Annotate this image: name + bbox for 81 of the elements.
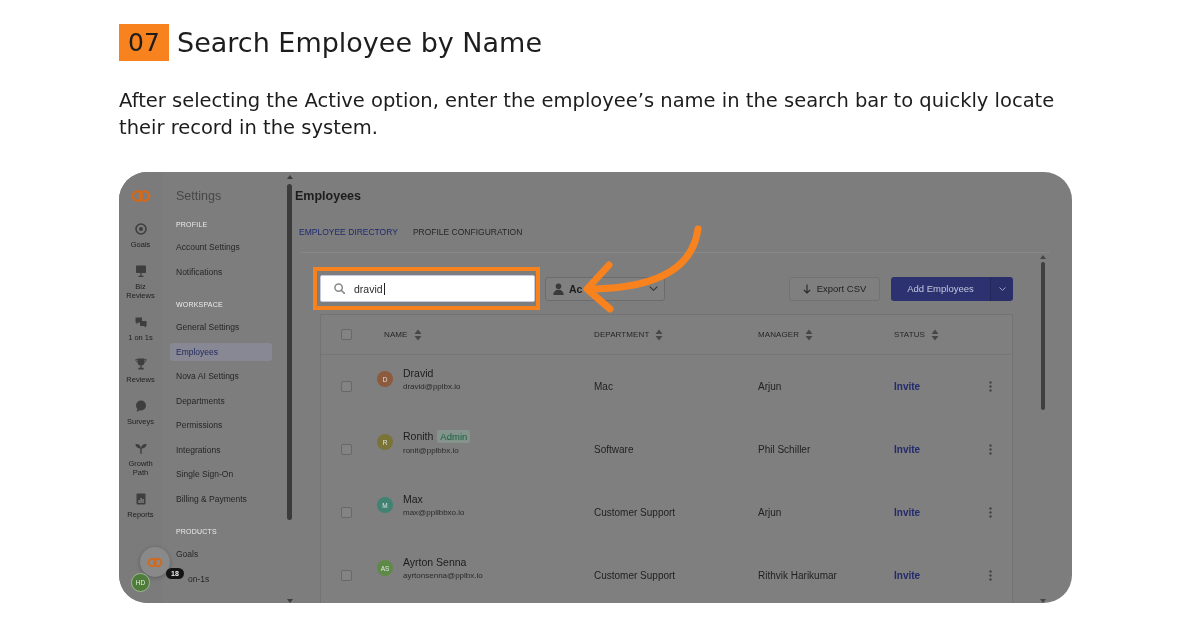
- employee-name: Max: [403, 493, 423, 505]
- employee-name: Ayrton Senna: [403, 556, 467, 568]
- department-cell: Mac: [594, 381, 613, 392]
- department-cell: Customer Support: [594, 570, 676, 581]
- settings-menu-item[interactable]: Single Sign-On: [170, 465, 272, 484]
- search-value: dravid: [354, 282, 383, 295]
- sort-icon[interactable]: [413, 328, 422, 341]
- sort-icon[interactable]: [805, 328, 814, 341]
- target-icon: [134, 223, 147, 235]
- scroll-up-icon[interactable]: [286, 175, 293, 179]
- logo-icon: [147, 556, 163, 568]
- settings-menu-item[interactable]: Goals: [170, 545, 272, 564]
- settings-menu-item[interactable]: Departments: [170, 391, 272, 410]
- manager-cell: Phil Schiller: [758, 444, 811, 455]
- scroll-up-icon[interactable]: [1040, 255, 1046, 259]
- tab[interactable]: EMPLOYEE DIRECTORY: [299, 226, 398, 238]
- settings-menu-item[interactable]: on-1s: [186, 569, 272, 588]
- page-title: Employees: [294, 188, 362, 204]
- column-header[interactable]: MANAGER: [758, 330, 800, 339]
- manager-cell: Rithvik Harikumar: [758, 570, 837, 581]
- step-number-badge: 07: [119, 24, 169, 61]
- scroll-down-icon[interactable]: [1040, 599, 1046, 603]
- row-checkbox[interactable]: [341, 444, 352, 455]
- settings-menu-item[interactable]: Account Settings: [170, 238, 272, 257]
- presentation-icon: [134, 265, 147, 277]
- sort-icon[interactable]: [931, 328, 939, 341]
- more-options-icon[interactable]: [989, 570, 992, 581]
- scroll-down-icon[interactable]: [286, 599, 293, 603]
- employee-email: dravid@pplbx.io: [403, 382, 461, 391]
- add-options-button[interactable]: [990, 276, 1013, 301]
- settings-menu-item[interactable]: Nova AI Settings: [170, 367, 272, 386]
- download-arrow-icon: [802, 283, 811, 294]
- employee-name: Dravid: [403, 367, 434, 379]
- person-icon: [553, 282, 564, 295]
- column-header[interactable]: NAME: [384, 330, 408, 339]
- speech-bubble-icon: [134, 400, 147, 412]
- invite-link[interactable]: Invite: [894, 507, 921, 518]
- caret-icon: [998, 286, 1006, 291]
- step-title: Search Employee by Name: [177, 26, 542, 60]
- more-options-icon[interactable]: [989, 381, 992, 392]
- chevron-down-icon: [649, 286, 658, 291]
- text-cursor-icon: [383, 282, 385, 295]
- chat-bubbles-icon: [134, 316, 147, 328]
- settings-menu-item[interactable]: Notifications: [170, 262, 272, 281]
- department-cell: Customer Support: [594, 507, 676, 518]
- employee-email: ayrtonsenna@pplbx.io: [403, 571, 483, 580]
- trophy-icon: [134, 358, 147, 370]
- department-cell: Software: [594, 444, 634, 455]
- settings-menu-item[interactable]: Billing & Payments: [170, 489, 272, 508]
- more-options-icon[interactable]: [989, 507, 992, 518]
- settings-menu-item[interactable]: General Settings: [170, 318, 272, 337]
- select-all-checkbox[interactable]: [341, 329, 352, 340]
- step-description: After selecting the Active option, enter the employee’s name in the search bar to quickly locate their record in the system.: [119, 88, 1056, 141]
- role-badge: Admin: [437, 429, 471, 443]
- tab[interactable]: PROFILE CONFIGURATION: [412, 226, 523, 238]
- invite-link[interactable]: Invite: [894, 444, 921, 455]
- employee-name: Ronith: [403, 430, 434, 442]
- employee-email: max@ppllbbxo.io: [403, 508, 465, 517]
- employee-email: ronit@pplbbx.io: [403, 445, 460, 455]
- sort-icon[interactable]: [655, 328, 664, 341]
- row-checkbox[interactable]: [341, 507, 352, 518]
- invite-link[interactable]: Invite: [894, 570, 921, 581]
- manager-cell: Arjun: [758, 507, 782, 518]
- scrollbar-thumb[interactable]: [1041, 262, 1045, 410]
- scrollbar-thumb[interactable]: [287, 184, 292, 520]
- search-icon: [334, 283, 345, 294]
- row-checkbox[interactable]: [341, 570, 352, 581]
- report-icon: [134, 493, 147, 505]
- export-csv-button[interactable]: Export CSV: [789, 276, 880, 301]
- row-checkbox[interactable]: [341, 381, 352, 392]
- search-field[interactable]: dravid: [320, 275, 535, 302]
- settings-menu-item[interactable]: Integrations: [170, 440, 272, 459]
- settings-menu-item[interactable]: Permissions: [170, 416, 272, 435]
- settings-menu-item[interactable]: Employees: [170, 342, 272, 361]
- column-header[interactable]: DEPARTMENT: [594, 330, 650, 339]
- sprout-icon: [134, 442, 147, 454]
- column-header[interactable]: STATUS: [894, 330, 925, 339]
- add-employees-button[interactable]: Add Employees: [891, 276, 990, 301]
- manager-cell: Arjun: [758, 381, 782, 392]
- invite-link[interactable]: Invite: [894, 381, 921, 392]
- more-options-icon[interactable]: [989, 444, 992, 455]
